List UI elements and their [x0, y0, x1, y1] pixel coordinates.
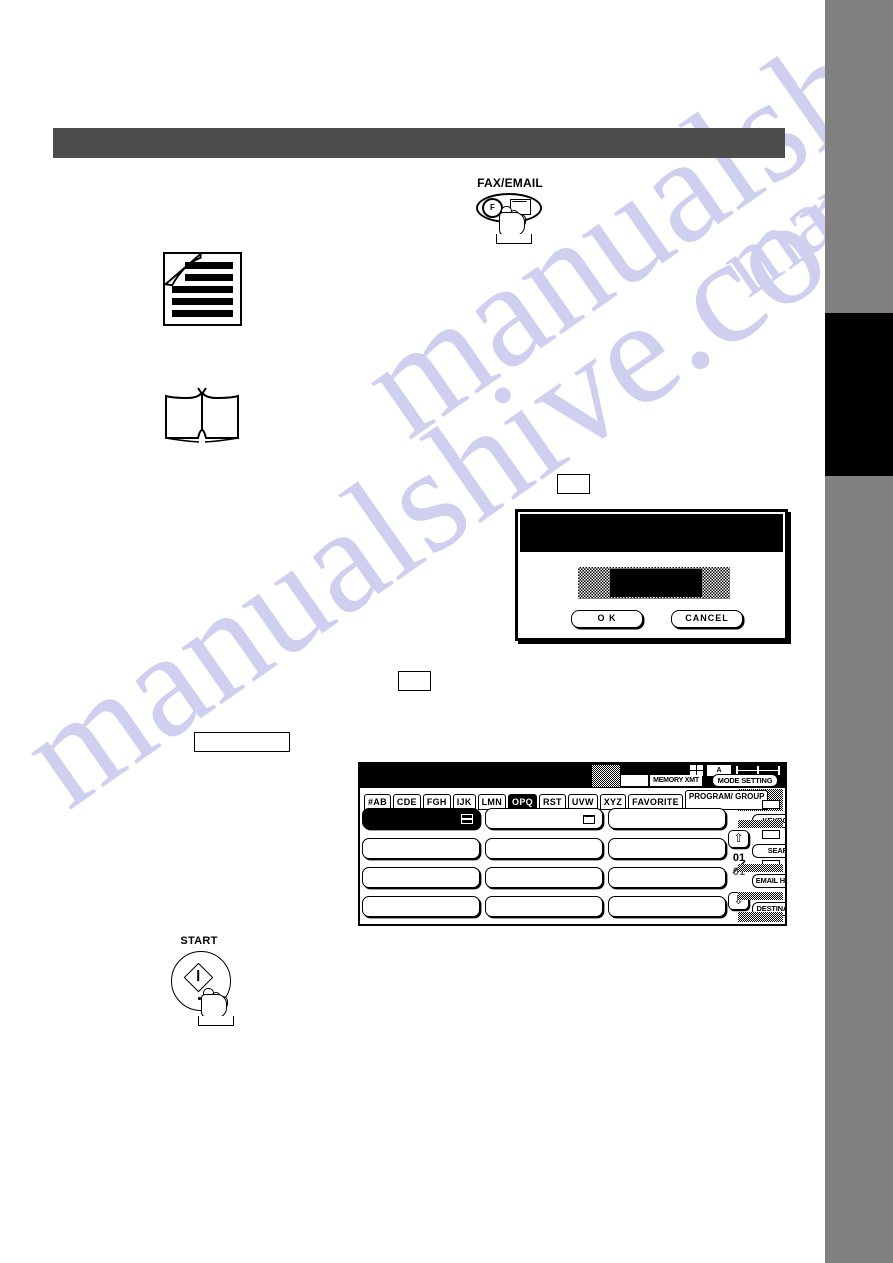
dialog-title-bar — [520, 514, 783, 552]
pointing-hand-icon — [198, 988, 234, 1026]
fax-icon — [461, 814, 473, 824]
lcd-touch-panel: A MEMORY XMT MODE SETTING #AB CDE FGH IJ… — [358, 762, 787, 926]
search-button[interactable]: SEARCH — [752, 844, 785, 858]
address-row — [362, 838, 727, 859]
watermark-text: manualshive.com — [0, 97, 893, 839]
address-button[interactable] — [362, 867, 480, 888]
address-button[interactable] — [608, 867, 726, 888]
email-header-button[interactable]: EMAIL HEADER — [752, 874, 785, 888]
pointing-hand-icon — [496, 206, 532, 244]
panel-dither-2 — [738, 864, 783, 872]
open-book-icon — [165, 387, 239, 443]
mode-setting-button[interactable]: MODE SETTING — [712, 774, 778, 787]
lcd-address-list — [362, 808, 727, 920]
dialog-cancel-button[interactable]: CANCEL — [671, 610, 743, 628]
scroll-up-button[interactable]: ⇧ — [728, 830, 749, 848]
dialog-ok-button[interactable]: O K — [571, 610, 643, 628]
dialog-input-field[interactable] — [578, 567, 730, 599]
lcd-alpha-tabs: #AB CDE FGH IJK LMN OPQ RST UVW XYZ FAVO… — [364, 790, 769, 810]
lcd-side-buttons: KEYBOARD SEARCH EMAIL HEADER DESTINATION… — [752, 790, 785, 920]
address-button[interactable] — [608, 808, 726, 829]
dialog-body: O K CANCEL — [520, 554, 783, 636]
section-header-bar — [53, 128, 785, 158]
address-button[interactable] — [608, 838, 726, 859]
address-button[interactable] — [362, 896, 480, 917]
side-index-active-tab — [825, 313, 893, 476]
callout-box-3 — [194, 732, 290, 752]
address-button[interactable] — [485, 838, 603, 859]
address-button[interactable] — [608, 896, 726, 917]
address-row — [362, 808, 727, 829]
status-dither-left — [592, 765, 620, 787]
panel-dither-4 — [738, 912, 783, 922]
page-fold-icon — [164, 253, 202, 287]
panel-dither-1 — [738, 820, 783, 828]
keyboard-icon — [762, 800, 780, 809]
memory-level-indicator — [621, 775, 648, 786]
address-button[interactable] — [485, 808, 603, 829]
email-icon — [583, 815, 595, 824]
dialog-input-value — [610, 569, 702, 597]
fax-email-key-label: FAX/EMAIL — [477, 176, 543, 190]
lcd-dialog: O K CANCEL — [515, 509, 788, 641]
address-row — [362, 896, 727, 917]
original-document-icon — [163, 252, 242, 326]
callout-box-2 — [398, 671, 431, 691]
memory-xmt-badge: MEMORY XMT — [650, 775, 702, 786]
start-key-label: START — [180, 935, 218, 947]
address-button-selected[interactable] — [362, 808, 480, 829]
side-index-strip — [825, 0, 893, 1263]
address-button[interactable] — [362, 838, 480, 859]
panel-dither-3 — [738, 892, 783, 900]
book-search-icon — [762, 830, 780, 839]
callout-box-1 — [557, 474, 590, 494]
watermark-text: manualshive.com — [331, 0, 893, 469]
address-button[interactable] — [485, 867, 603, 888]
address-button[interactable] — [485, 896, 603, 917]
address-row — [362, 867, 727, 888]
